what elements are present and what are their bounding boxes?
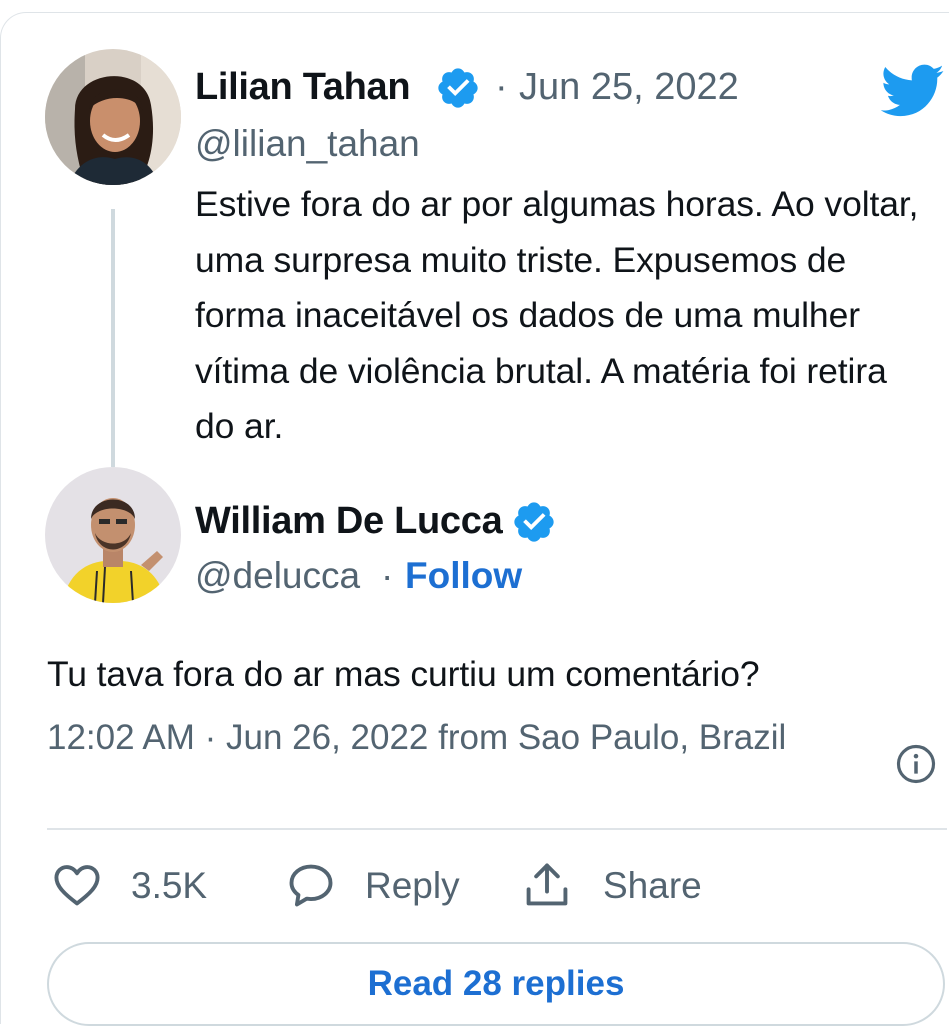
- read-replies-button[interactable]: Read 28 replies: [47, 942, 945, 1026]
- verified-badge-icon: [438, 68, 478, 108]
- embedded-tweet-card: Lilian Tahan · Jun 25, 2022 @lilian_taha…: [0, 12, 949, 1026]
- author-handle[interactable]: @delucca: [195, 557, 360, 594]
- author-name[interactable]: William De Lucca: [195, 502, 503, 540]
- thread-connector-line: [111, 209, 115, 467]
- like-count[interactable]: 3.5K: [131, 867, 207, 904]
- quoted-tweet-text: Estive fora do ar por algumas horas. Ao …: [195, 184, 919, 446]
- share-icon[interactable]: [521, 859, 573, 911]
- verified-badge-icon: [514, 502, 554, 542]
- read-replies-label: Read 28 replies: [367, 964, 625, 1003]
- twitter-bird-icon[interactable]: [881, 63, 945, 119]
- tweet-text: Tu tava fora do ar mas curtiu um comentá…: [47, 654, 760, 694]
- quoted-author-name[interactable]: Lilian Tahan: [195, 68, 411, 106]
- reply-label[interactable]: Reply: [365, 867, 460, 904]
- info-icon[interactable]: [895, 743, 937, 785]
- author-avatar[interactable]: [45, 467, 181, 603]
- follow-separator: ·: [381, 555, 394, 596]
- quoted-author-avatar[interactable]: [45, 49, 181, 185]
- heart-icon[interactable]: [51, 859, 103, 911]
- quoted-date[interactable]: Jun 25, 2022: [519, 68, 739, 106]
- speech-bubble-icon[interactable]: [285, 859, 337, 911]
- actions-divider: [47, 828, 947, 830]
- follow-link[interactable]: Follow: [405, 557, 522, 594]
- quoted-date-separator: ·: [495, 66, 508, 108]
- tweet-timestamp[interactable]: 12:02 AM · Jun 26, 2022 from Sao Paulo, …: [47, 711, 867, 765]
- share-label[interactable]: Share: [603, 867, 702, 904]
- quoted-author-handle[interactable]: @lilian_tahan: [195, 125, 420, 162]
